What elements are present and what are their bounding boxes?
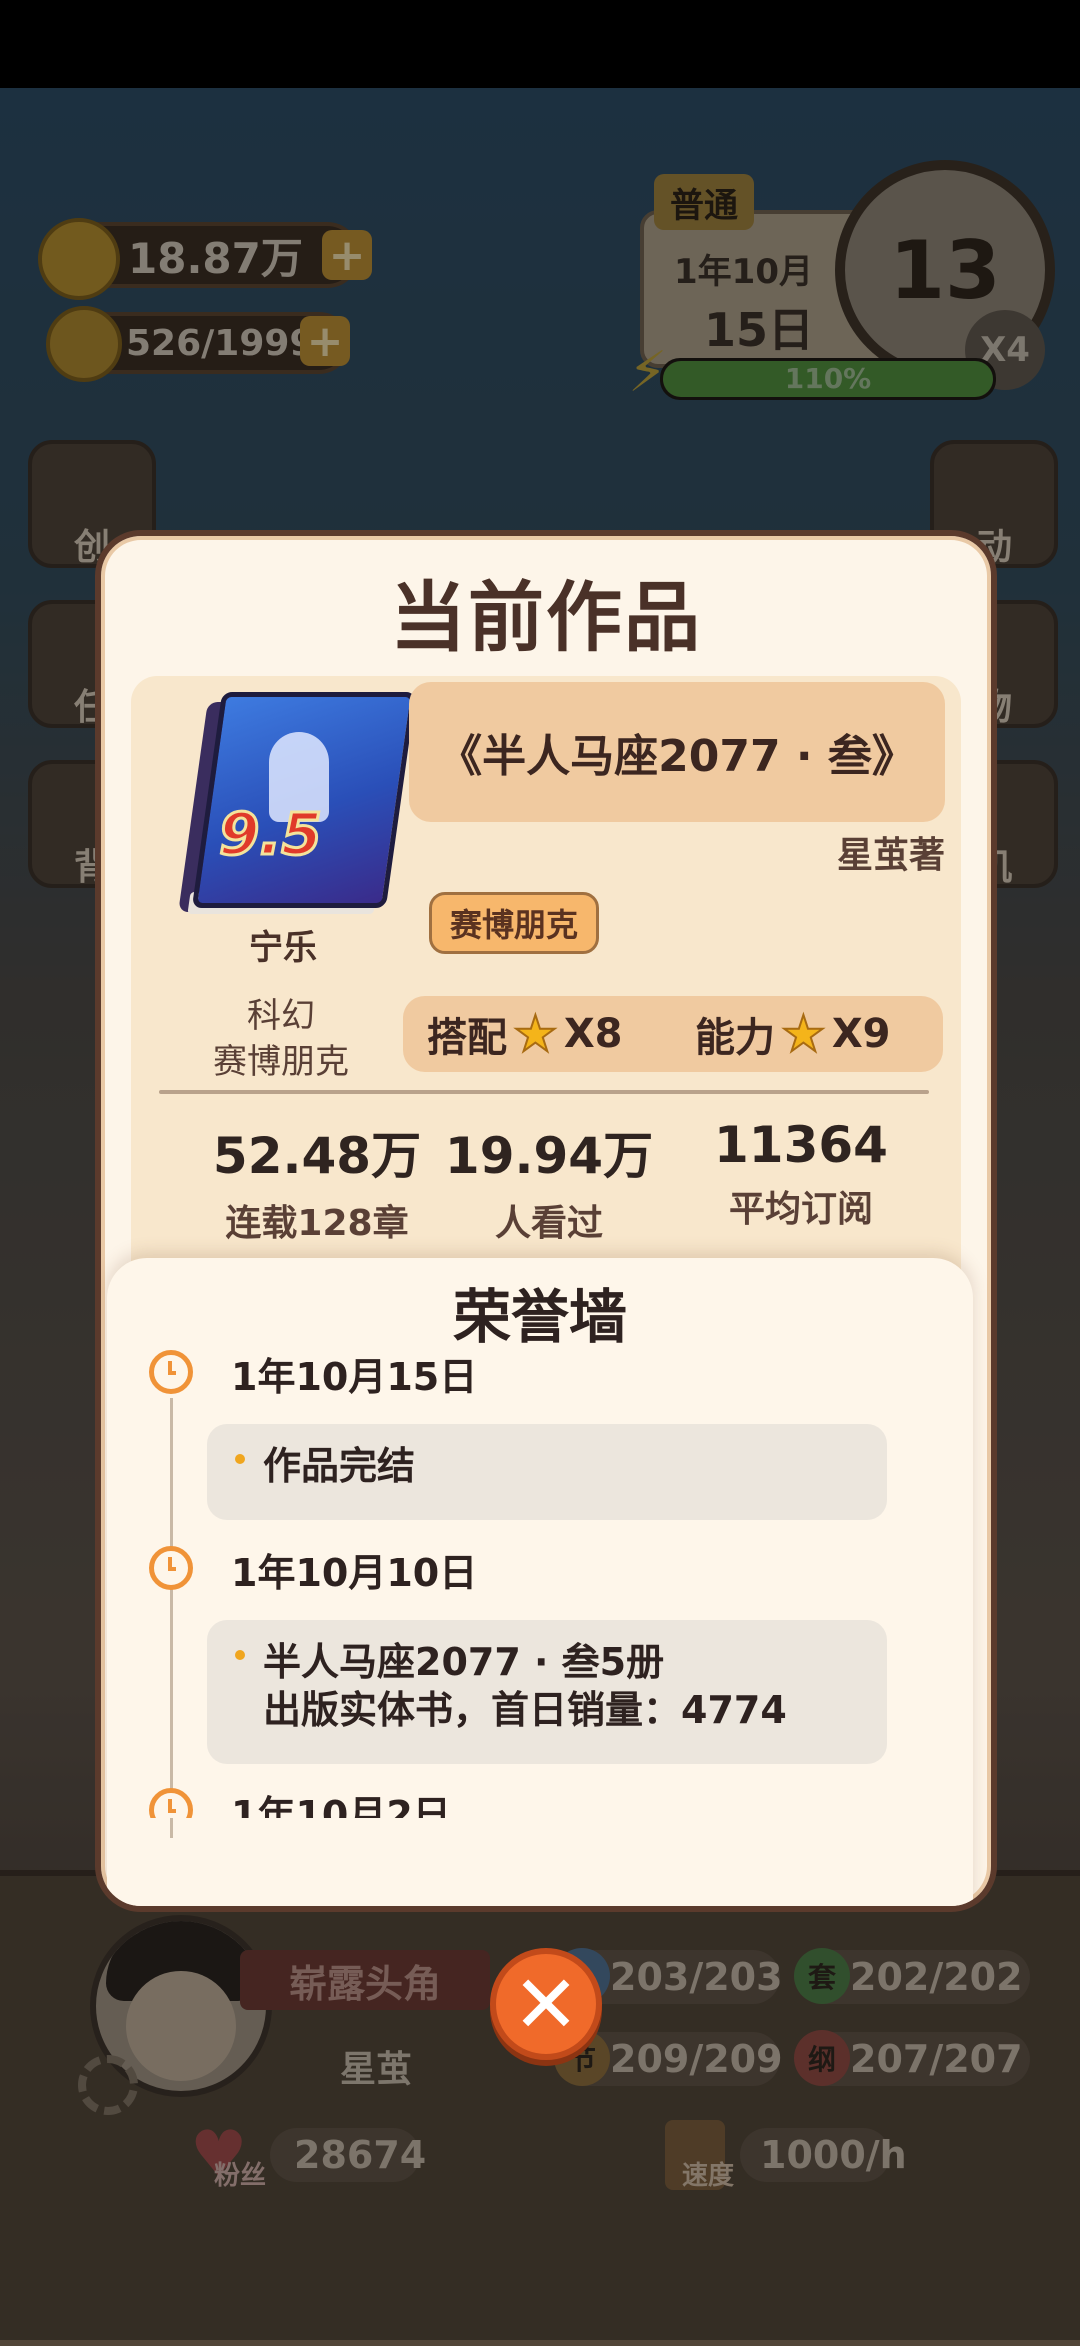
event-text: 作品完结 [263, 1444, 416, 1488]
match-value: X8 [563, 1011, 623, 1057]
work-title: 《半人马座2077 · 叁》 [409, 682, 945, 822]
timeline-date: 1年10月15日 [231, 1355, 478, 1399]
author-name: 宁乐 [249, 928, 317, 968]
dialog-title: 当前作品 [390, 573, 702, 662]
stat-big: 11364 [714, 1116, 888, 1174]
close-icon: ✕ [512, 1957, 580, 2051]
match-label: 搭配 [427, 1015, 507, 1061]
ability-value: X9 [831, 1011, 891, 1057]
stat-small: 人看过 [494, 1203, 603, 1244]
stat-small: 平均订阅 [728, 1189, 873, 1230]
stat-readers: 19.94万 人看过 [419, 1116, 679, 1246]
timeline-date: 1年10月10日 [231, 1551, 478, 1595]
divider [159, 1090, 929, 1094]
star-icon: ★ [780, 1004, 827, 1064]
ability-bar: 搭配 ★ X8 能力 ★ X9 [403, 996, 943, 1072]
bullet-dot [235, 1454, 245, 1464]
stat-subscriptions: 11364 平均订阅 [671, 1116, 931, 1232]
match-rating: 搭配 ★ X8 [427, 996, 623, 1072]
timeline-event: 作品完结 [207, 1424, 887, 1520]
book-score: 9.5 [218, 799, 324, 870]
honor-wall[interactable]: 荣誉墙 1年10月15日 作品完结 1年10月10日 半人马座2077 · 叁5… [107, 1258, 973, 1906]
genre-sub: 赛博朋克 [213, 1042, 349, 1082]
timeline-event: 半人马座2077 · 叁5册 出版实体书，首日销量：4774 [207, 1620, 887, 1764]
star-icon: ★ [512, 1004, 559, 1064]
timeline-line [170, 1398, 173, 1838]
timeline-clip: 1年10月2日 [107, 1778, 973, 1818]
genre-main: 科幻 [247, 996, 315, 1036]
clock-icon [149, 1788, 193, 1818]
clock-icon [149, 1546, 193, 1590]
work-title-text: 《半人马座2077 · 叁》 [438, 731, 916, 782]
current-work-dialog: 当前作品 9.5 宁乐 科幻 赛博朋克 《半人马座2077 · 叁》 星茧著 赛… [95, 530, 997, 1912]
honor-wall-title: 荣誉墙 [452, 1283, 627, 1351]
status-bar [0, 0, 1080, 88]
ability-rating: 能力 ★ X9 [695, 996, 891, 1072]
book-cover[interactable]: 9.5 [178, 692, 417, 922]
stat-small: 连载128章 [225, 1203, 409, 1244]
genre-tag: 赛博朋克 [429, 892, 600, 954]
byline: 星茧著 [836, 835, 945, 876]
work-info-card: 9.5 宁乐 科幻 赛博朋克 《半人马座2077 · 叁》 星茧著 赛博朋克 搭… [131, 676, 961, 1336]
stat-big: 19.94万 [444, 1127, 654, 1185]
ability-label: 能力 [695, 1015, 775, 1061]
bullet-dot [235, 1650, 245, 1660]
clock-icon [149, 1350, 193, 1394]
event-text: 半人马座2077 · 叁5册 [263, 1640, 665, 1684]
event-text-line2: 出版实体书，首日销量：4774 [263, 1688, 787, 1732]
stat-big: 52.48万 [212, 1127, 422, 1185]
close-button[interactable]: ✕ [490, 1948, 602, 2060]
timeline-date: 1年10月2日 [231, 1793, 451, 1818]
stat-word-count: 52.48万 连载128章 [187, 1116, 447, 1246]
